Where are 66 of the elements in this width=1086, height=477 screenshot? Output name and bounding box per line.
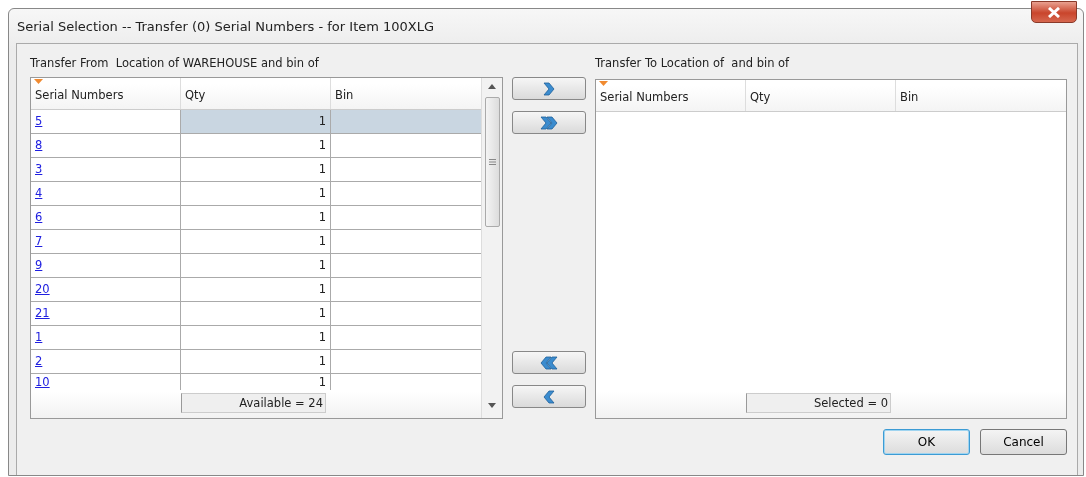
close-button[interactable] <box>1031 1 1077 23</box>
column-header-cell[interactable]: Qty <box>746 80 896 111</box>
serial-link[interactable]: 2 <box>35 354 43 368</box>
grid-row[interactable]: 7 1 <box>31 230 481 254</box>
serial-link[interactable]: 8 <box>35 138 43 152</box>
table-cell: 1 <box>181 254 331 277</box>
table-cell: 1 <box>181 374 331 390</box>
column-header-cell[interactable]: Serial Numbers <box>31 78 181 109</box>
table-cell: 1 <box>181 182 331 205</box>
chevron-left-icon <box>543 388 555 405</box>
window-title: Serial Selection -- Transfer (0) Serial Numbers - for Item 100XLG <box>17 18 435 34</box>
serial-link[interactable]: 7 <box>35 234 43 248</box>
grid-row[interactable]: 6 1 <box>31 206 481 230</box>
sort-indicator-icon <box>34 79 43 84</box>
grid-row[interactable]: 1 1 <box>31 326 481 350</box>
transfer-button[interactable] <box>512 385 586 408</box>
ok-button[interactable]: OK <box>883 429 970 455</box>
available-count: Available = 24 <box>181 393 326 413</box>
column-header-cell[interactable]: Qty <box>181 78 331 109</box>
serial-link[interactable]: 4 <box>35 186 43 200</box>
destination-location-label: Transfer To Location of and bin of <box>595 56 791 70</box>
cancel-button[interactable]: Cancel <box>980 429 1067 455</box>
serial-link[interactable]: 3 <box>35 162 43 176</box>
serial-link[interactable]: 1 <box>35 330 43 344</box>
column-header-cell[interactable]: Serial Numbers <box>596 80 746 111</box>
source-location-label: Transfer From Location of WAREHOUSE and bin of <box>30 56 320 70</box>
scrollbar[interactable] <box>481 78 502 418</box>
table-cell: 1 <box>181 302 331 325</box>
scroll-up-icon[interactable] <box>488 84 496 89</box>
table-cell: 1 <box>181 134 331 157</box>
table-cell: 1 <box>181 110 331 133</box>
chevron-right-icon <box>543 80 555 97</box>
serial-link[interactable]: 10 <box>35 375 50 389</box>
double-chevron-left-icon <box>540 354 558 371</box>
table-cell: 1 <box>181 326 331 349</box>
grid-row[interactable]: 3 1 <box>31 158 481 182</box>
serial-link[interactable]: 9 <box>35 258 43 272</box>
table-cell: 1 <box>181 350 331 373</box>
transfer-button[interactable] <box>512 77 586 100</box>
sort-indicator-icon <box>599 81 608 86</box>
close-icon <box>1047 6 1061 18</box>
serial-link[interactable]: 6 <box>35 210 43 224</box>
grid-row[interactable]: 21 1 <box>31 302 481 326</box>
grid-row[interactable]: 5 1 <box>31 110 481 134</box>
grip-icon <box>488 159 496 165</box>
grid-row[interactable]: 9 1 <box>31 254 481 278</box>
selected-count: Selected = 0 <box>746 393 891 413</box>
table-cell: 1 <box>181 278 331 301</box>
column-header-cell[interactable]: Bin <box>331 78 481 109</box>
double-chevron-right-icon <box>540 114 558 131</box>
table-cell: 1 <box>181 230 331 253</box>
grid-row[interactable]: 8 1 <box>31 134 481 158</box>
transfer-button[interactable] <box>512 111 586 134</box>
column-header-cell[interactable]: Bin <box>896 80 1066 111</box>
grid-row[interactable]: 2 1 <box>31 350 481 374</box>
grid-row[interactable]: 20 1 <box>31 278 481 302</box>
grid-row[interactable]: 4 1 <box>31 182 481 206</box>
serial-link[interactable]: 5 <box>35 114 43 128</box>
scroll-down-icon[interactable] <box>488 403 496 408</box>
scroll-thumb[interactable] <box>484 97 500 227</box>
grid-row[interactable]: 10 1 <box>31 374 481 390</box>
table-cell: 1 <box>181 206 331 229</box>
serial-link[interactable]: 20 <box>35 282 50 296</box>
table-cell: 1 <box>181 158 331 181</box>
transfer-button[interactable] <box>512 351 586 374</box>
serial-link[interactable]: 21 <box>35 306 50 320</box>
